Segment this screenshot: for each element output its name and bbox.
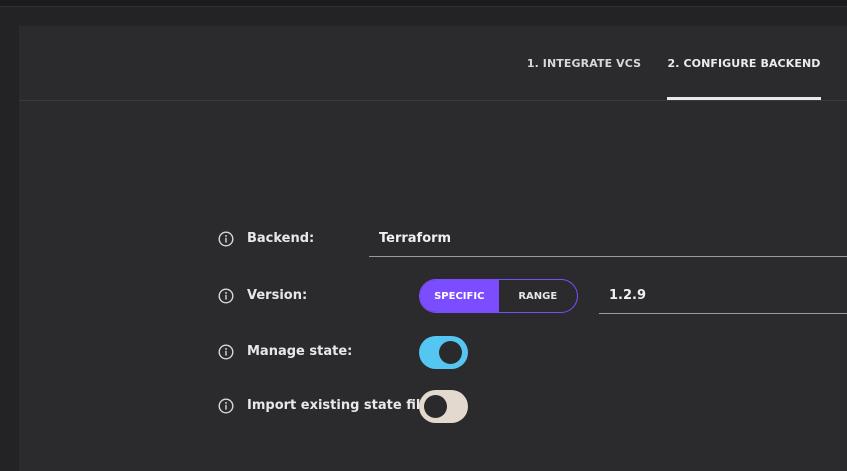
active-tab-indicator bbox=[667, 97, 821, 100]
manage-state-label: Manage state: bbox=[247, 344, 353, 359]
version-mode-range[interactable]: RANGE bbox=[499, 280, 578, 312]
import-state-row: Import existing state file: bbox=[19, 388, 847, 424]
import-state-toggle[interactable] bbox=[419, 390, 468, 423]
tab-label: 1. INTEGRATE VCS bbox=[526, 56, 642, 70]
info-icon[interactable] bbox=[218, 231, 234, 247]
version-mode-selector: SPECIFIC RANGE bbox=[419, 279, 578, 313]
wizard-panel: 1. INTEGRATE VCS 2. CONFIGURE BACKEND Ba… bbox=[19, 26, 847, 471]
toggle-knob bbox=[424, 395, 447, 418]
version-label: Version: bbox=[247, 288, 308, 303]
import-state-label: Import existing state file: bbox=[247, 398, 435, 413]
info-icon[interactable] bbox=[218, 344, 234, 360]
tab-configure-backend[interactable]: 2. CONFIGURE BACKEND bbox=[667, 26, 821, 100]
toggle-knob bbox=[439, 341, 462, 364]
tab-label: 2. CONFIGURE BACKEND bbox=[667, 56, 821, 70]
info-icon[interactable] bbox=[218, 398, 234, 414]
info-icon[interactable] bbox=[218, 288, 234, 304]
tab-integrate-vcs[interactable]: 1. INTEGRATE VCS bbox=[519, 26, 649, 100]
top-bar bbox=[0, 0, 847, 7]
manage-state-toggle[interactable] bbox=[419, 336, 468, 369]
version-field[interactable]: 1.2.9 bbox=[599, 278, 847, 314]
backend-label: Backend: bbox=[247, 231, 315, 246]
version-mode-specific[interactable]: SPECIFIC bbox=[420, 280, 499, 312]
wizard-steps-header: 1. INTEGRATE VCS 2. CONFIGURE BACKEND bbox=[19, 26, 847, 101]
version-row: Version: SPECIFIC RANGE 1.2.9 bbox=[19, 278, 847, 314]
manage-state-row: Manage state: bbox=[19, 334, 847, 370]
backend-row: Backend: Terraform bbox=[19, 221, 847, 257]
backend-field[interactable]: Terraform bbox=[369, 221, 847, 257]
